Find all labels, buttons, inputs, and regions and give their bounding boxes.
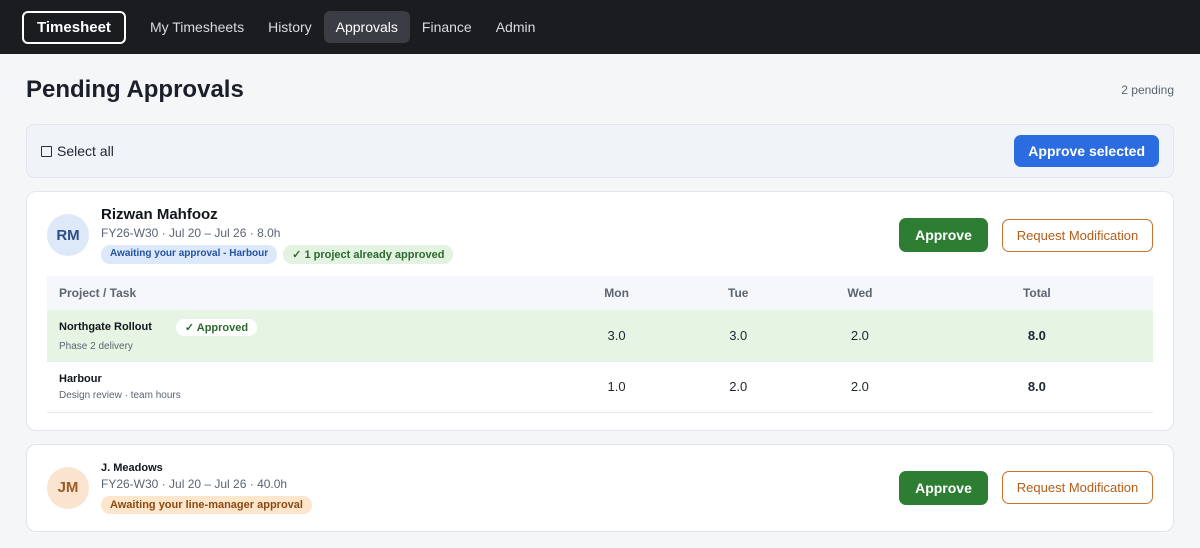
status-badges: Awaiting your approval - Harbour ✓ 1 pro… [101, 245, 459, 264]
page-title: Pending Approvals [26, 76, 244, 103]
employee-info: RM Rizwan Mahfooz FY26-W30 · Jul 20 – Ju… [47, 206, 459, 264]
project-name: Harbour [59, 372, 102, 385]
project-cell: Harbour Design review · team hours [47, 361, 556, 412]
select-all-control[interactable]: Select all [41, 143, 114, 159]
timesheet-meta: FY26-W30 · Jul 20 – Jul 26 · 8.0h [101, 226, 281, 240]
pending-count: 2 pending [1121, 83, 1174, 97]
card-actions: Approve Request Modification [899, 218, 1153, 252]
hours-tue: 3.0 [729, 327, 748, 343]
status-badge: Awaiting your approval - Harbour [101, 245, 278, 264]
column-header-mon: Mon [604, 286, 629, 300]
status-badge: ✓ 1 project already approved [283, 245, 454, 264]
column-header-wed: Wed [847, 286, 873, 300]
project-cell: Northgate Rollout ✓ Approved Phase 2 del… [47, 310, 556, 361]
bulk-select-bar: Select all Approve selected [26, 124, 1174, 178]
employee-info: JM J. Meadows FY26-W30 · Jul 20 – Jul 26… [47, 462, 318, 514]
brand-logo[interactable]: Timesheet [22, 10, 126, 44]
hours-total: 8.0 [1027, 327, 1046, 343]
column-header-total: Total [1022, 286, 1051, 300]
employee-name: J. Meadows [101, 461, 163, 474]
hours-mon: 3.0 [607, 327, 626, 343]
hours-wed: 2.0 [850, 327, 869, 343]
employee-details: J. Meadows FY26-W30 · Jul 20 – Jul 26 · … [101, 462, 318, 514]
request-modification-button[interactable]: Request Modification [1002, 471, 1153, 504]
approve-button[interactable]: Approve [899, 218, 988, 252]
page-header: Pending Approvals 2 pending [26, 54, 1174, 124]
employee-details: Rizwan Mahfooz FY26-W30 · Jul 20 – Jul 2… [101, 206, 459, 264]
card-actions: Approve Request Modification [899, 470, 1153, 505]
hours-total: 8.0 [1027, 379, 1046, 394]
approve-button[interactable]: Approve [899, 470, 988, 505]
timesheet-card: RM Rizwan Mahfooz FY26-W30 · Jul 20 – Ju… [26, 191, 1174, 431]
avatar: RM [47, 214, 89, 256]
nav-item-finance[interactable]: Finance [410, 11, 484, 43]
approved-badge: ✓ Approved [175, 318, 258, 336]
column-header-tue: Tue [728, 286, 749, 300]
approve-selected-button[interactable]: Approve selected [1014, 135, 1159, 167]
nav-item-admin[interactable]: Admin [484, 11, 548, 43]
employee-name: Rizwan Mahfooz [101, 206, 218, 223]
timesheet-meta: FY26-W30 · Jul 20 – Jul 26 · 40.0h [101, 476, 288, 491]
avatar: JM [47, 466, 89, 509]
nav-item-my-timesheets[interactable]: My Timesheets [138, 11, 256, 43]
hours-wed: 2.0 [850, 379, 869, 394]
project-line: Northgate Rollout ✓ Approved [59, 318, 556, 336]
request-modification-button[interactable]: Request Modification [1002, 218, 1153, 252]
status-badges: Awaiting your line-manager approval [101, 495, 318, 514]
card-header: RM Rizwan Mahfooz FY26-W30 · Jul 20 – Ju… [47, 192, 1153, 276]
card-header: JM J. Meadows FY26-W30 · Jul 20 – Jul 26… [47, 445, 1153, 531]
hours-tue: 2.0 [729, 379, 748, 394]
table-header-row: Project / Task Mon Tue Wed Total [47, 276, 1153, 310]
column-header-project: Project / Task [59, 286, 137, 300]
project-name: Northgate Rollout [59, 321, 152, 334]
task-description: Phase 2 delivery [59, 340, 133, 352]
timesheet-card: JM J. Meadows FY26-W30 · Jul 20 – Jul 26… [26, 443, 1174, 532]
status-badge: Awaiting your line-manager approval [101, 495, 312, 514]
table-row: Harbour Design review · team hours 1.0 2… [47, 361, 1153, 412]
nav-item-approvals[interactable]: Approvals [323, 11, 410, 43]
nav-item-history[interactable]: History [256, 11, 324, 43]
main-content: Pending Approvals 2 pending Select all A… [0, 54, 1200, 532]
table-row: Northgate Rollout ✓ Approved Phase 2 del… [47, 310, 1153, 361]
top-nav-bar: Timesheet My Timesheets History Approval… [0, 0, 1200, 54]
project-line: Harbour [59, 373, 556, 385]
select-all-label: Select all [57, 143, 114, 159]
task-description: Design review · team hours [59, 389, 181, 401]
select-all-checkbox[interactable] [41, 145, 52, 157]
hours-mon: 1.0 [607, 379, 626, 394]
timesheet-table: Project / Task Mon Tue Wed Total Northga… [47, 276, 1153, 413]
